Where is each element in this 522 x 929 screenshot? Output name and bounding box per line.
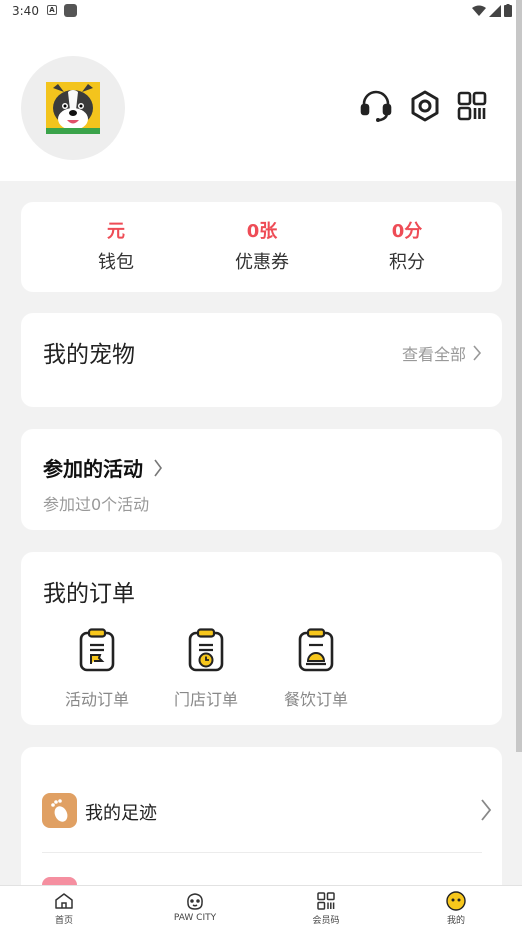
settings-icon[interactable]	[407, 88, 443, 124]
status-bar: 3:40 A	[0, 0, 522, 24]
member-code-icon	[317, 892, 335, 910]
tab-member-code-label: 会员码	[312, 916, 340, 926]
tab-paw-city[interactable]: PAW CITY	[150, 891, 240, 923]
footprint-icon	[42, 793, 77, 828]
tab-paw-city-label: PAW CITY	[173, 913, 217, 923]
paw-city-icon	[187, 893, 203, 910]
tab-home[interactable]: 首页	[19, 891, 109, 926]
divider	[42, 852, 482, 853]
activity-order-icon	[79, 628, 115, 672]
orders-card: 我的订单 活动订单 门店订单 餐饮订单	[21, 552, 502, 725]
wallet-value: 元	[107, 221, 125, 242]
chevron-right-icon	[473, 345, 482, 361]
battery-icon	[504, 4, 512, 17]
tab-profile[interactable]: 我的	[411, 891, 501, 926]
notification-a-icon: A	[47, 5, 57, 15]
activities-title-row[interactable]: 参加的活动	[43, 453, 163, 482]
chevron-right-icon	[154, 459, 162, 476]
activities-title: 参加的活动	[43, 457, 143, 481]
pets-card: 我的宠物 查看全部	[21, 313, 502, 407]
dog-avatar-icon	[46, 82, 100, 134]
food-order-button[interactable]: 餐饮订单	[261, 628, 371, 710]
profile-header	[0, 24, 522, 181]
points-stat[interactable]: 0分 积分	[357, 220, 457, 274]
store-order-icon	[188, 628, 224, 672]
store-order-label: 门店订单	[173, 690, 238, 709]
stats-card: 元 钱包 0张 优惠券 0分 积分	[21, 202, 502, 292]
coupon-stat[interactable]: 0张 优惠券	[212, 220, 312, 274]
view-all-label: 查看全部	[401, 345, 466, 364]
status-time: 3:40	[12, 4, 39, 18]
footprint-row[interactable]: 我的足迹	[42, 793, 492, 828]
points-value: 0分	[391, 221, 423, 242]
customer-service-icon[interactable]	[358, 88, 394, 124]
activity-order-label: 活动订单	[64, 690, 129, 709]
activities-card[interactable]: 参加的活动 参加过0个活动	[21, 429, 502, 530]
signal-icon	[489, 4, 501, 17]
wallet-label: 钱包	[98, 252, 134, 273]
tab-member-code[interactable]: 会员码	[281, 891, 371, 926]
food-order-icon	[298, 628, 334, 672]
footprint-label: 我的足迹	[85, 803, 157, 824]
notification-app-icon	[64, 4, 77, 17]
activities-subtitle: 参加过0个活动	[43, 495, 150, 514]
food-order-label: 餐饮订单	[283, 690, 348, 709]
chevron-right-icon	[481, 799, 492, 821]
points-label: 积分	[389, 252, 425, 273]
profile-icon	[446, 891, 466, 911]
wifi-icon	[472, 5, 486, 16]
orders-title: 我的订单	[43, 581, 135, 607]
scrollbar[interactable]	[516, 0, 522, 752]
wallet-stat[interactable]: 元 钱包	[66, 220, 166, 274]
view-all-pets-link[interactable]: 查看全部	[402, 341, 482, 365]
coupon-value: 0张	[246, 221, 278, 242]
tab-home-label: 首页	[54, 916, 73, 926]
pets-title: 我的宠物	[43, 342, 135, 368]
store-order-button[interactable]: 门店订单	[151, 628, 261, 710]
coupon-label: 优惠券	[235, 252, 289, 273]
qr-code-icon[interactable]	[454, 88, 490, 124]
home-icon	[55, 893, 73, 909]
avatar[interactable]	[21, 56, 125, 160]
bottom-tab-bar: 首页 PAW CITY 会员码 我的	[0, 885, 522, 929]
activity-order-button[interactable]: 活动订单	[42, 628, 152, 710]
tab-profile-label: 我的	[446, 916, 465, 926]
